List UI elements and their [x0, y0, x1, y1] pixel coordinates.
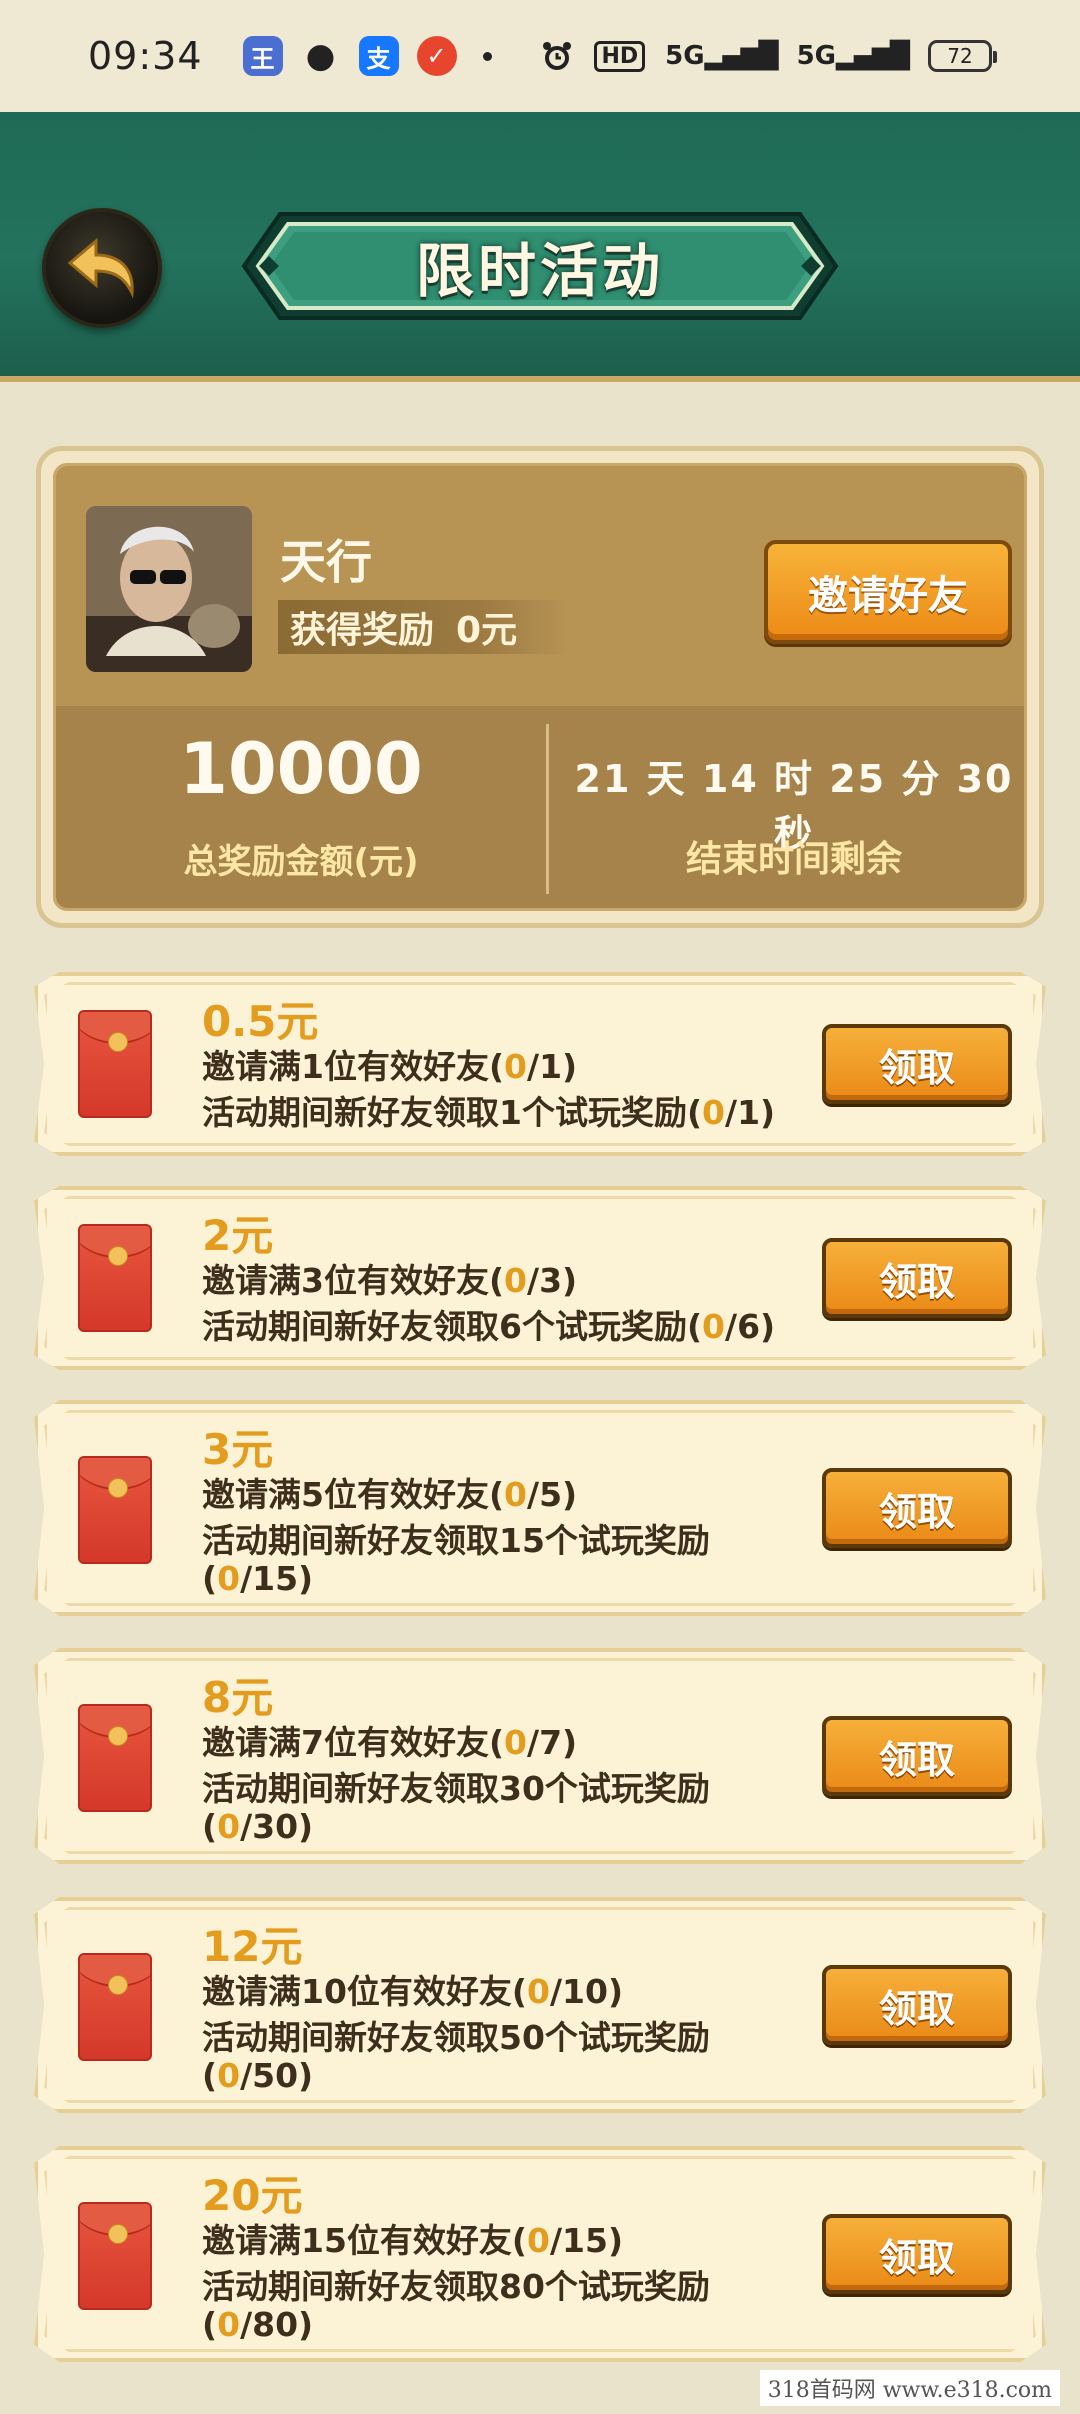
task-item: 0.5元 邀请满1位有效好友(0/1) 活动期间新好友领取1个试玩奖励(0/1)…	[34, 972, 1046, 1156]
alarm-icon	[543, 42, 572, 70]
task-reward-amount: 8元	[202, 1673, 274, 1722]
signal-5g-icon: 5G▂▄▆█	[665, 41, 778, 71]
title-plate: 限时活动	[240, 204, 840, 328]
back-button[interactable]	[42, 208, 162, 328]
hd-voice-icon: HD	[594, 40, 646, 72]
wechat-icon: ●	[305, 36, 336, 76]
total-reward-amount: 10000	[179, 728, 423, 810]
signal-5g-secondary-icon: 5G▂▄▆█	[796, 41, 910, 71]
task-item: 8元 邀请满7位有效好友(0/7) 活动期间新好友领取30个试玩奖励(0/30)…	[34, 1648, 1046, 1864]
claim-button[interactable]: 领取	[822, 1024, 1012, 1104]
reward-earned: 获得奖励 0元	[278, 600, 568, 654]
avatar	[86, 506, 252, 672]
task-reward-amount: 3元	[202, 1425, 274, 1474]
more-notifications-dot-icon	[482, 51, 492, 61]
reward-value: 0元	[456, 610, 518, 651]
status-time: 09:34	[88, 34, 203, 78]
task-requirement-trial: 活动期间新好友领取15个试玩奖励(0/15)	[202, 1521, 710, 1598]
task-requirement-invite: 邀请满1位有效好友(0/1)	[202, 1047, 578, 1086]
task-item: 2元 邀请满3位有效好友(0/3) 活动期间新好友领取6个试玩奖励(0/6) 领…	[34, 1186, 1046, 1370]
red-envelope-icon	[78, 2202, 152, 2310]
status-app-icons: 王 ● 支 ✓	[242, 36, 492, 76]
countdown-label: 结束时间剩余	[685, 839, 902, 880]
page-title: 限时活动	[415, 237, 664, 305]
user-name: 天行	[280, 535, 372, 589]
task-reward-amount: 0.5元	[202, 997, 319, 1046]
task-item: 12元 邀请满10位有效好友(0/10) 活动期间新好友领取50个试玩奖励(0/…	[34, 1897, 1046, 2113]
claim-button[interactable]: 领取	[822, 1716, 1012, 1796]
task-requirement-trial: 活动期间新好友领取1个试玩奖励(0/1)	[202, 1093, 776, 1132]
alipay-icon: 支	[358, 36, 399, 76]
profile-card: 天行 获得奖励 0元 邀请好友 10000 总奖励金额(元) 21 天 14 时…	[36, 446, 1044, 928]
task-reward-amount: 2元	[202, 1211, 274, 1260]
total-reward-label: 总奖励金额(元)	[183, 842, 419, 882]
invite-friends-button[interactable]: 邀请好友	[764, 540, 1012, 644]
claim-button[interactable]: 领取	[822, 2214, 1012, 2294]
red-envelope-icon	[78, 1010, 152, 1118]
task-requirement-trial: 活动期间新好友领取50个试玩奖励(0/50)	[202, 2018, 710, 2095]
reward-label: 获得奖励	[290, 610, 435, 651]
task-requirement-trial: 活动期间新好友领取6个试玩奖励(0/6)	[202, 1307, 776, 1346]
battery-icon: 72	[928, 40, 997, 72]
task-item: 3元 邀请满5位有效好友(0/5) 活动期间新好友领取15个试玩奖励(0/15)…	[34, 1400, 1046, 1616]
status-bar: 09:34 王 ● 支 ✓ HD 5G▂▄▆█ 5G▂▄▆█ 72	[0, 0, 1080, 112]
claim-button[interactable]: 领取	[822, 1468, 1012, 1548]
claim-button[interactable]: 领取	[822, 1238, 1012, 1318]
task-requirement-invite: 邀请满15位有效好友(0/15)	[202, 2221, 624, 2260]
red-envelope-icon	[78, 1704, 152, 1812]
task-requirement-invite: 邀请满10位有效好友(0/10)	[202, 1972, 624, 2011]
task-requirement-trial: 活动期间新好友领取80个试玩奖励(0/80)	[202, 2267, 710, 2344]
avatar-image	[86, 506, 252, 672]
app-red-icon: ✓	[416, 36, 457, 76]
task-requirement-invite: 邀请满5位有效好友(0/5)	[202, 1475, 578, 1514]
red-envelope-icon	[78, 1224, 152, 1332]
profile-card-inner: 天行 获得奖励 0元 邀请好友 10000 总奖励金额(元) 21 天 14 时…	[53, 463, 1027, 911]
task-item: 20元 邀请满15位有效好友(0/15) 活动期间新好友领取80个试玩奖励(0/…	[34, 2146, 1046, 2362]
red-envelope-icon	[78, 1953, 152, 2061]
status-indicators: HD 5G▂▄▆█ 5G▂▄▆█ 72	[540, 39, 997, 73]
task-requirement-invite: 邀请满7位有效好友(0/7)	[202, 1723, 578, 1762]
task-requirement-invite: 邀请满3位有效好友(0/3)	[202, 1261, 578, 1300]
red-envelope-icon	[78, 1456, 152, 1564]
task-reward-amount: 20元	[202, 2171, 303, 2220]
header-bar: 限时活动	[0, 112, 1080, 382]
app-notification-icon: 王	[242, 36, 283, 76]
task-requirement-trial: 活动期间新好友领取30个试玩奖励(0/30)	[202, 1769, 710, 1846]
back-arrow-icon	[67, 237, 134, 299]
task-reward-amount: 12元	[202, 1922, 303, 1971]
watermark: 318首码网 www.e318.com	[759, 2370, 1060, 2406]
claim-button[interactable]: 领取	[822, 1965, 1012, 2045]
